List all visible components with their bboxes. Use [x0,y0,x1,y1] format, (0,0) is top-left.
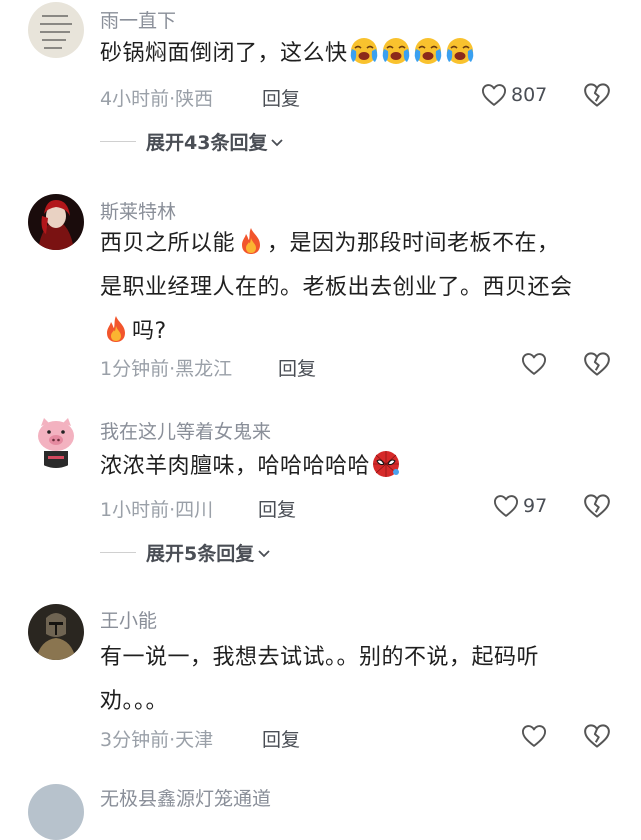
dislike-button[interactable] [582,721,612,751]
chevron-down-icon [270,135,284,149]
heart-outline-icon [520,722,548,750]
comment-text: 西贝之所以能 ，是因为那段时间老板不在， 是职业经理人在的。老板出去创业了。西贝还… [100,222,620,354]
username[interactable]: 斯莱特林 [100,197,176,224]
avatar[interactable] [28,2,84,58]
username[interactable]: 雨一直下 [100,6,176,33]
time-location: 3分钟前·天津 [100,729,214,751]
heart-outline-icon [480,81,508,109]
loudly-crying-face-emoji [381,36,411,66]
dislike-button[interactable] [582,349,612,379]
time-location: 4小时前·陕西 [100,88,214,110]
heart-outline-icon [492,492,520,520]
comment-text: 砂锅焖面倒闭了，这么快 [100,32,620,76]
avatar[interactable] [28,412,84,468]
like-count: 807 [511,84,548,106]
dislike-button[interactable] [582,491,612,521]
expand-replies[interactable]: 展开43条回复 [100,128,284,155]
broken-heart-icon [582,80,612,110]
comment-text: 浓浓羊肉膻味，哈哈哈哈哈 [100,445,620,489]
broken-heart-icon [582,349,612,379]
reply-button[interactable]: 回复 [278,354,316,381]
spider-mask-emoji [371,449,401,479]
like-button[interactable]: 97 [492,492,547,520]
fire-emoji [236,226,266,256]
time-location: 1小时前·四川 [100,499,214,521]
like-button[interactable] [520,722,551,750]
comment-text: 有一说一，我想去试试。。别的不说，起码听 劝。。。 [100,645,540,714]
reply-button[interactable]: 回复 [258,495,296,522]
heart-outline-icon [520,350,548,378]
broken-heart-icon [582,491,612,521]
expand-replies-label: 展开43条回复 [146,132,268,154]
reply-button[interactable]: 回复 [262,725,300,752]
loudly-crying-face-emoji [413,36,443,66]
reply-button[interactable]: 回复 [262,84,300,111]
like-button[interactable] [520,350,551,378]
expand-replies[interactable]: 展开5条回复 [100,539,271,566]
username[interactable]: 我在这儿等着女鬼来 [100,417,271,444]
avatar[interactable] [28,604,84,660]
loudly-crying-face-emoji [445,36,475,66]
username[interactable]: 王小能 [100,606,157,633]
expand-replies-label: 展开5条回复 [146,543,255,565]
avatar[interactable] [28,194,84,250]
loudly-crying-face-emoji [349,36,379,66]
divider [100,141,136,142]
time-location: 1分钟前·黑龙江 [100,358,233,380]
broken-heart-icon [582,721,612,751]
divider [100,552,136,553]
avatar[interactable] [28,784,84,840]
chevron-down-icon [257,546,271,560]
dislike-button[interactable] [582,80,612,110]
fire-emoji [101,314,131,344]
like-button[interactable]: 807 [480,81,547,109]
username[interactable]: 无极县鑫源灯笼通道 [100,784,271,811]
like-count: 97 [523,495,548,517]
